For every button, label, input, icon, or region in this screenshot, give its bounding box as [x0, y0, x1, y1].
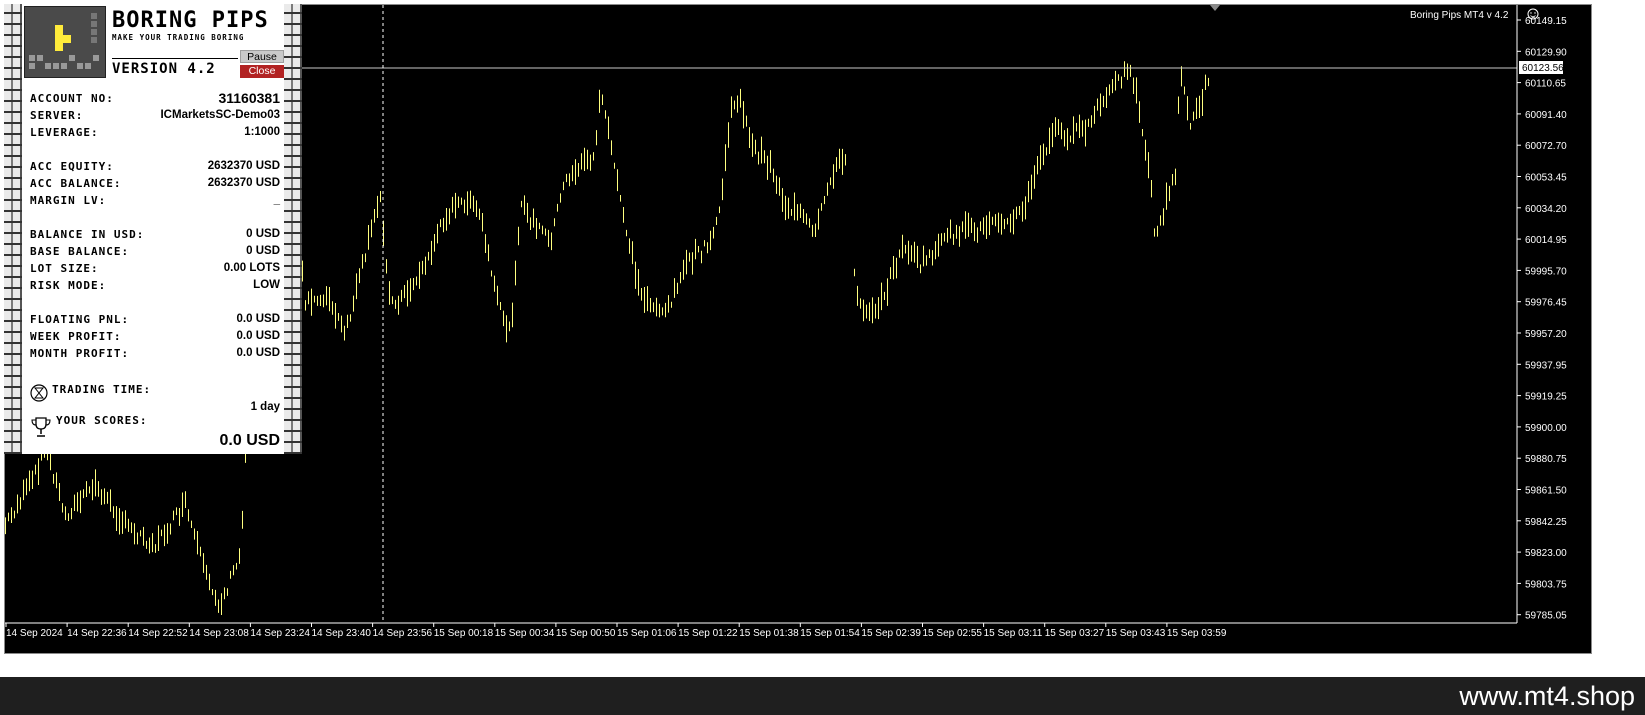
base-balance-value: 0 USD [246, 245, 280, 257]
base-balance-row: BASE BALANCE: 0 USD [30, 245, 280, 258]
price-label: 59880.75 [1525, 454, 1567, 465]
price-label: 60053.45 [1525, 173, 1567, 184]
price-label: 59900.00 [1525, 423, 1567, 434]
time-label: 14 Sep 23:08 [189, 628, 249, 639]
indicator-label: Boring Pips MT4 v 4.2 [1410, 10, 1509, 21]
time-label: 15 Sep 03:27 [1045, 628, 1105, 639]
price-label: 59803.75 [1525, 579, 1567, 590]
equity-row: ACC EQUITY: 2632370 USD [30, 160, 280, 173]
time-label: 15 Sep 02:55 [923, 628, 983, 639]
price-label: 60129.90 [1525, 47, 1567, 58]
time-axis: 14 Sep 2024 14 Sep 22:36 14 Sep 22:52 14 Se… [5, 623, 1227, 639]
week-profit-value: 0.0 USD [236, 330, 280, 342]
brand-subtitle: MAKE YOUR TRADING BORING [112, 33, 245, 42]
price-axis: 60149.15 60129.90 60110.65 60091.40 60072.70… [1517, 16, 1567, 622]
scores-value-row: 0.0 USD [30, 432, 280, 452]
balance-usd-row: BALANCE IN USD: 0 USD [30, 228, 280, 241]
lot-size-value: 0.00 LOTS [223, 262, 280, 274]
month-profit-row: MONTH PROFIT: 0.0 USD [30, 347, 280, 360]
chart-shift-marker[interactable] [1210, 5, 1220, 11]
current-price-tag: 60123.56 [1519, 61, 1564, 74]
leverage-row: LEVERAGE: 1:1000 [30, 126, 280, 139]
floating-pnl-row: FLOATING PNL: 0.0 USD [30, 313, 280, 326]
time-label: 15 Sep 01:22 [678, 628, 738, 639]
price-label: 60110.65 [1525, 79, 1566, 90]
header-divider [112, 58, 238, 59]
panel-body: BORING PIPS MAKE YOUR TRADING BORING VER… [22, 4, 284, 454]
price-label: 60091.40 [1525, 110, 1567, 121]
margin-level-row: MARGIN LV: _ [30, 194, 280, 207]
brick-border-right [284, 4, 302, 454]
floating-pnl-value: 0.0 USD [236, 313, 280, 325]
boring-pips-panel: BORING PIPS MAKE YOUR TRADING BORING VER… [4, 4, 302, 454]
week-profit-row: WEEK PROFIT: 0.0 USD [30, 330, 280, 343]
time-label: 14 Sep 23:56 [373, 628, 433, 639]
time-label: 14 Sep 23:40 [312, 628, 372, 639]
time-label: 14 Sep 2024 [6, 628, 63, 639]
price-label: 59976.45 [1525, 298, 1567, 309]
time-label: 15 Sep 03:11 [984, 628, 1043, 639]
time-label: 15 Sep 02:39 [861, 628, 921, 639]
price-label: 60072.70 [1525, 141, 1567, 152]
price-label: 59919.25 [1525, 392, 1567, 403]
time-label: 14 Sep 22:52 [128, 628, 188, 639]
price-label: 59842.25 [1525, 517, 1567, 528]
price-label: 59785.05 [1525, 611, 1567, 622]
account-no-value: 31160381 [218, 90, 280, 106]
risk-mode-row: RISK MODE: LOW [30, 279, 280, 292]
price-label: 60014.95 [1525, 235, 1567, 246]
time-label: 15 Sep 01:38 [739, 628, 799, 639]
footer-bar: www.mt4.shop [0, 677, 1645, 715]
price-label: 59995.70 [1525, 266, 1567, 277]
hourglass-icon [30, 384, 48, 402]
price-label: 59937.95 [1525, 360, 1567, 371]
risk-mode-value: LOW [253, 279, 280, 291]
price-label: 59823.00 [1525, 548, 1567, 559]
time-label: 14 Sep 23:24 [250, 628, 310, 639]
time-label: 14 Sep 22:36 [67, 628, 127, 639]
balance-value: 2632370 USD [207, 177, 280, 189]
scores-row: YOUR SCORES: [56, 414, 148, 427]
margin-level-value: _ [273, 194, 280, 206]
balance-usd-value: 0 USD [246, 228, 280, 240]
server-value: ICMarketsSC-Demo03 [160, 109, 280, 121]
price-label: 60149.15 [1525, 16, 1567, 27]
close-button[interactable]: Close [240, 65, 284, 78]
time-label: 15 Sep 03:59 [1167, 628, 1227, 639]
brand-title: BORING PIPS [112, 8, 269, 33]
price-label: 60034.20 [1525, 204, 1567, 215]
trading-time-value: 1 day [250, 401, 280, 413]
leverage-value: 1:1000 [244, 126, 280, 138]
equity-value: 2632370 USD [207, 160, 280, 172]
account-no-row: ACCOUNT NO: 31160381 [30, 90, 280, 106]
time-label: 15 Sep 03:43 [1106, 628, 1166, 639]
price-label: 59861.50 [1525, 486, 1567, 497]
terminal-window: 60149.15 60129.90 60110.65 60091.40 60072.70… [0, 0, 1645, 677]
version-label: VERSION 4.2 [112, 61, 216, 77]
pause-button[interactable]: Pause [240, 50, 284, 63]
brick-border-left [4, 4, 22, 454]
site-url[interactable]: www.mt4.shop [1459, 681, 1635, 712]
current-price-label: 60123.56 [1522, 63, 1564, 74]
lot-size-row: LOT SIZE: 0.00 LOTS [30, 262, 280, 275]
trading-time-row: TRADING TIME: [52, 383, 152, 396]
time-label: 15 Sep 01:54 [800, 628, 860, 639]
price-label: 59957.20 [1525, 329, 1567, 340]
scores-value: 0.0 USD [219, 432, 280, 449]
server-row: SERVER: ICMarketsSC-Demo03 [30, 109, 280, 122]
month-profit-value: 0.0 USD [236, 347, 280, 359]
time-label: 15 Sep 00:18 [434, 628, 494, 639]
balance-row: ACC BALANCE: 2632370 USD [30, 177, 280, 190]
time-label: 15 Sep 01:06 [617, 628, 677, 639]
time-label: 15 Sep 00:50 [556, 628, 616, 639]
time-label: 15 Sep 00:34 [495, 628, 555, 639]
tetris-block-icon [24, 6, 106, 78]
